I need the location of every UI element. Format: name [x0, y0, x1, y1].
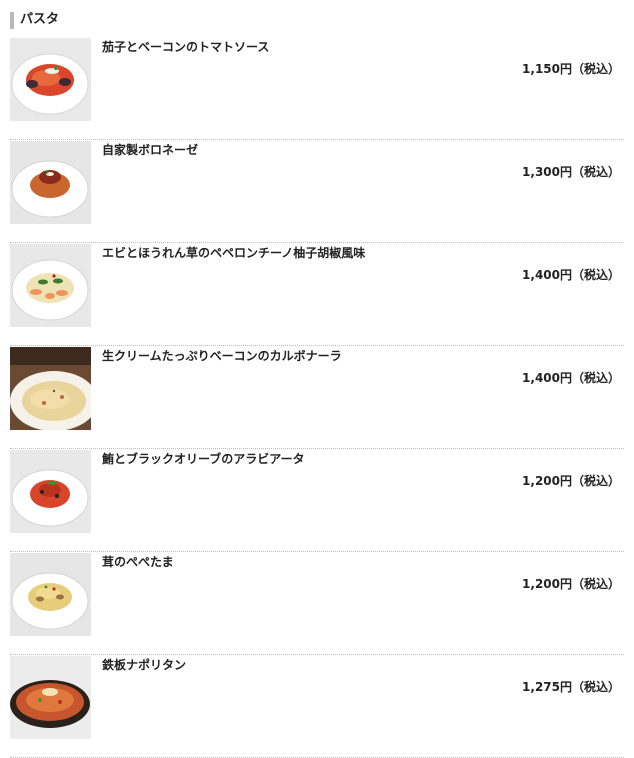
- menu-item[interactable]: 自家製ボロネーゼ 1,300円（税込）: [10, 140, 624, 243]
- menu-item-name[interactable]: 生クリームたっぷりベーコンのカルボナーラ: [102, 348, 342, 364]
- menu-item[interactable]: エビとほうれん草のペペロンチーノ柚子胡椒風味 1,400円（税込）: [10, 243, 624, 346]
- menu-item-image[interactable]: [10, 450, 91, 533]
- menu-item[interactable]: 茄子とベーコンのトマトソース 1,150円（税込）: [10, 37, 624, 140]
- menu-item-name[interactable]: 茸のぺぺたま: [102, 554, 174, 570]
- menu-item-name[interactable]: 鮪とブラックオリーブのアラビアータ: [102, 451, 305, 467]
- pasta-napolitan-image: [10, 656, 91, 739]
- menu-list: 茄子とベーコンのトマトソース 1,150円（税込） 自家製ボロネーゼ 1,300…: [10, 37, 624, 758]
- menu-item-price: 1,275円（税込）: [522, 680, 620, 694]
- section-title: パスタ: [20, 12, 60, 27]
- menu-item-price: 1,200円（税込）: [522, 474, 620, 488]
- menu-item-image[interactable]: [10, 141, 91, 224]
- menu-item-image[interactable]: [10, 244, 91, 327]
- menu-item-name[interactable]: エビとほうれん草のペペロンチーノ柚子胡椒風味: [102, 245, 365, 261]
- pasta-arrabbiata-image: [10, 450, 91, 533]
- pasta-shrimp-spinach-image: [10, 244, 91, 327]
- section-header: パスタ: [10, 10, 310, 30]
- menu-item-image[interactable]: [10, 38, 91, 121]
- menu-item-name[interactable]: 茄子とベーコンのトマトソース: [102, 39, 269, 55]
- menu-item-price: 1,200円（税込）: [522, 577, 620, 591]
- menu-item-price: 1,300円（税込）: [522, 165, 620, 179]
- menu-item-image[interactable]: [10, 347, 91, 430]
- menu-item-name[interactable]: 鉄板ナポリタン: [102, 657, 186, 673]
- menu-item[interactable]: 鮪とブラックオリーブのアラビアータ 1,200円（税込）: [10, 449, 624, 552]
- menu-item-price: 1,150円（税込）: [522, 62, 620, 76]
- menu-item-image[interactable]: [10, 553, 91, 636]
- section-header-bar: [10, 12, 14, 29]
- pasta-bolognese-image: [10, 141, 91, 224]
- menu-item[interactable]: 生クリームたっぷりベーコンのカルボナーラ 1,400円（税込）: [10, 346, 624, 449]
- pasta-tomato-eggplant-image: [10, 38, 91, 121]
- pasta-carbonara-image: [10, 347, 91, 430]
- menu-item-price: 1,400円（税込）: [522, 371, 620, 385]
- menu-item[interactable]: 茸のぺぺたま 1,200円（税込）: [10, 552, 624, 655]
- menu-item-name[interactable]: 自家製ボロネーゼ: [102, 142, 198, 158]
- pasta-mushroom-image: [10, 553, 91, 636]
- menu-item-price: 1,400円（税込）: [522, 268, 620, 282]
- menu-item-image[interactable]: [10, 656, 91, 739]
- menu-item[interactable]: 鉄板ナポリタン 1,275円（税込）: [10, 655, 624, 758]
